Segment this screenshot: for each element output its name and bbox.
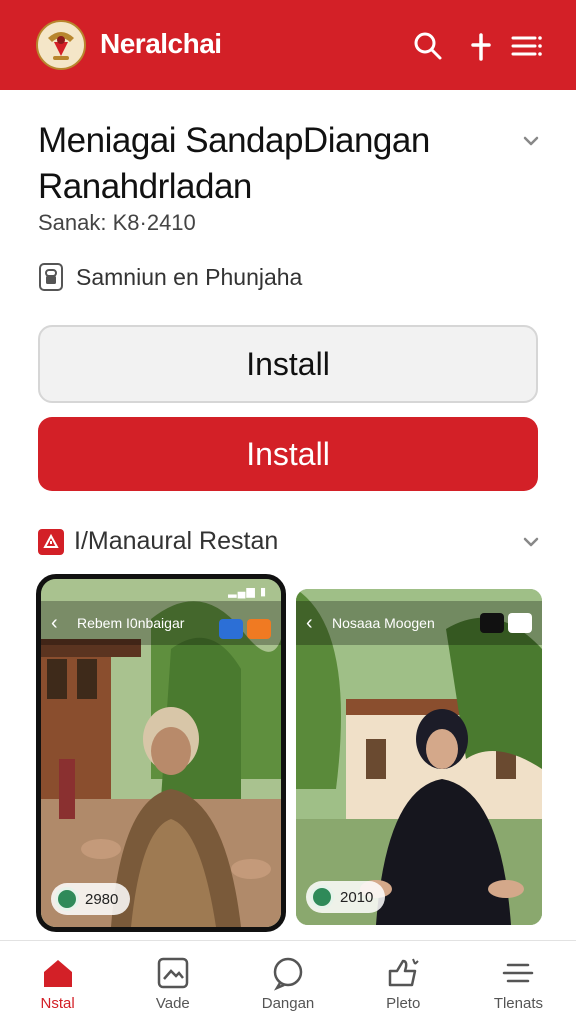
app-version: Sanak: K8·2410 <box>38 210 196 235</box>
status-icons: ▂▄▆ ▮ <box>228 586 267 598</box>
nav-label: Vade <box>155 995 190 1012</box>
chevron-down-icon[interactable] <box>521 131 541 151</box>
screenshot-1-title: Rebem I0nbaigar <box>77 615 185 631</box>
chevron-down-icon[interactable] <box>521 532 541 552</box>
home-icon <box>43 960 72 987</box>
screenshot-2-pill-text: 2010 <box>340 888 374 906</box>
image-icon <box>157 957 189 989</box>
orange-badge-icon <box>247 619 271 639</box>
screenshot-2[interactable]: ‹ Nosaaa Moogen 2010 <box>296 589 542 925</box>
blue-badge-icon <box>219 619 243 639</box>
app-title-line2: Ranahdrladan <box>38 167 252 206</box>
screenshot-1-pill-text: 2980 <box>85 890 119 908</box>
bottom-navigation: Nstal Vade Dangan Pleto Tlenats <box>0 940 576 1024</box>
nav-item-more[interactable]: Tlenats <box>461 941 576 1024</box>
app-brand: Neralchai <box>100 28 222 59</box>
screenshot-2-pill: 2010 <box>306 881 386 913</box>
list-icon <box>503 963 534 983</box>
leaf-icon <box>310 885 334 909</box>
dark-badge-icon <box>480 613 504 633</box>
nav-item-search[interactable]: Dangan <box>230 941 345 1024</box>
section-header: I/Manaural Restan <box>38 527 278 556</box>
nav-label: Dangan <box>261 995 315 1012</box>
nav-item-likes[interactable]: Pleto <box>346 941 461 1024</box>
developer-name: Samniun en Phunjaha <box>76 263 303 290</box>
nav-label: Nstal <box>40 995 75 1012</box>
chat-search-icon <box>273 957 303 991</box>
back-arrow-icon: ‹ <box>51 611 58 634</box>
app-title: Meniagai SandapDiangan Ranahdrladan <box>38 118 478 210</box>
nav-item-home[interactable]: Nstal <box>0 941 115 1024</box>
emblem-logo <box>36 20 86 70</box>
install-primary-button[interactable]: Install <box>38 417 538 491</box>
app-title-line1: Meniagai SandapDiangan <box>38 121 430 160</box>
leaf-icon <box>55 887 79 911</box>
section-icon <box>38 528 64 555</box>
screenshot-2-badges <box>480 613 532 633</box>
screenshot-1-badges <box>219 619 271 639</box>
thumbs-up-icon <box>388 958 419 987</box>
back-arrow-icon: ‹ <box>306 611 313 634</box>
section-title: I/Manaural Restan <box>74 527 279 555</box>
screenshot-2-title: Nosaaa Moogen <box>332 615 435 631</box>
screenshot-1-pill: 2980 <box>51 883 131 915</box>
screenshot-1[interactable]: ▂▄▆ ▮ ‹ Rebem I0nbaigar 2980 <box>36 574 286 932</box>
developer-row[interactable]: Samniun en Phunjaha <box>38 262 302 292</box>
install-secondary-button[interactable]: Install <box>38 325 538 403</box>
app-header: Neralchai <box>0 0 576 90</box>
search-icon[interactable] <box>412 30 444 62</box>
menu-icon[interactable] <box>510 30 542 62</box>
lock-icon <box>39 263 63 291</box>
nav-item-media[interactable]: Vade <box>115 941 230 1024</box>
white-badge-icon <box>508 613 532 633</box>
nav-label: Tlenats <box>493 995 544 1012</box>
plus-icon[interactable] <box>465 30 497 62</box>
nav-label: Pleto <box>386 995 421 1012</box>
